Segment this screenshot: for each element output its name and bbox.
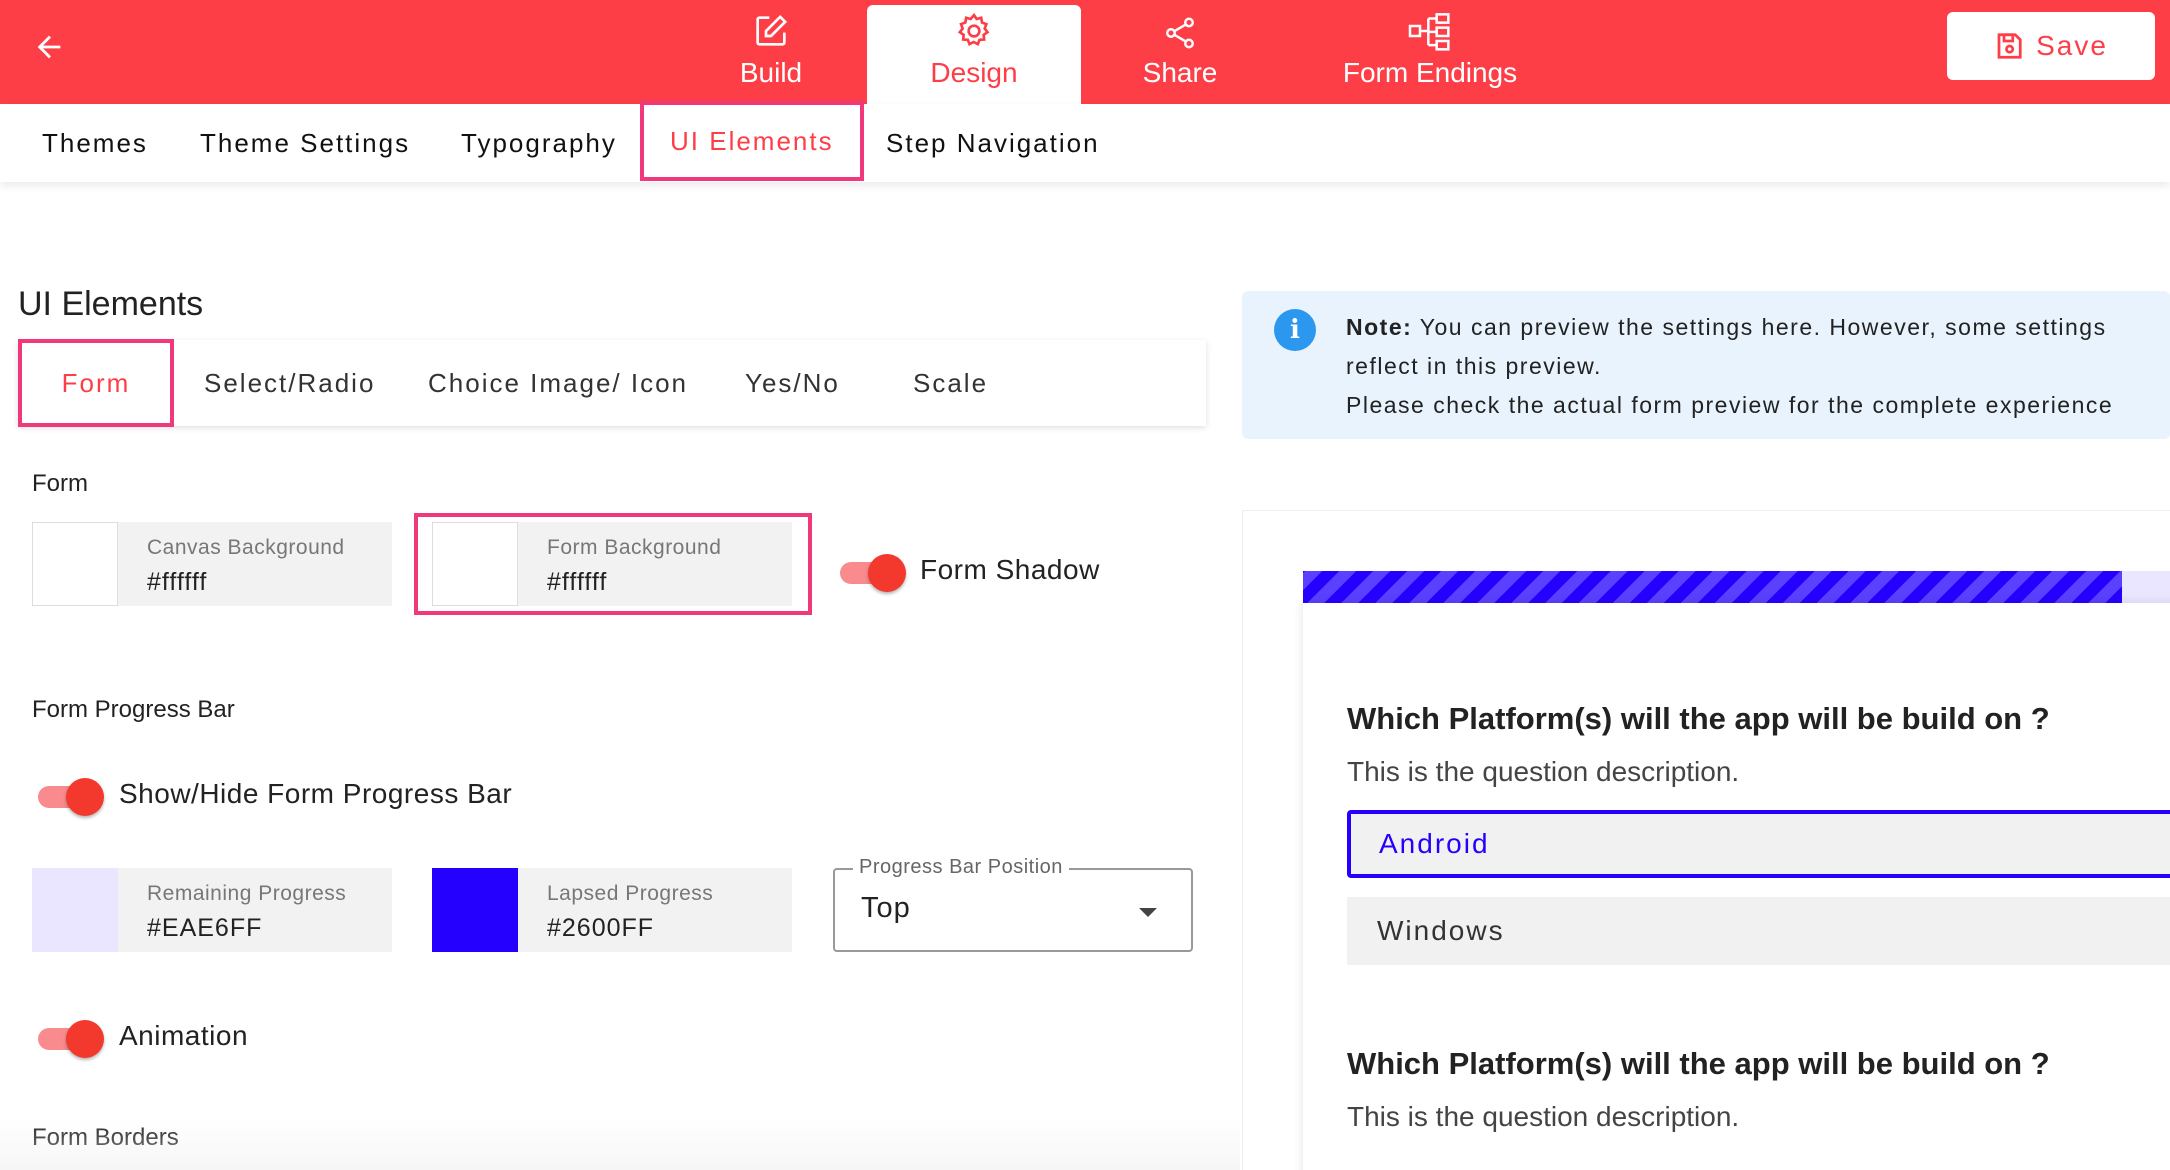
gear-icon — [954, 5, 994, 51]
save-button[interactable]: Save — [1947, 12, 2155, 80]
remaining-progress-label: Remaining Progress — [147, 882, 347, 905]
tab-share-label: Share — [1142, 57, 1218, 88]
tab-share[interactable]: Share — [1110, 5, 1250, 104]
remaining-progress-picker[interactable]: Remaining Progress #EAE6FF — [32, 868, 392, 952]
note-line-1: Note: You can preview the settings here.… — [1346, 314, 2107, 341]
flowchart-icon — [1408, 5, 1452, 51]
subnav-themes[interactable]: Themes — [42, 104, 148, 182]
canvas-background-value: #ffffff — [147, 568, 208, 596]
lapsed-progress-label: Lapsed Progress — [547, 882, 714, 905]
floppy-disk-icon — [1997, 33, 2022, 59]
tab-design[interactable]: Design — [867, 5, 1081, 104]
preview-form-card — [1303, 603, 2170, 1170]
arrow-left-icon — [37, 35, 61, 59]
form-preview: Which Platform(s) will the app will be b… — [1242, 510, 2170, 1170]
tab-form-endings[interactable]: Form Endings — [1330, 5, 1530, 104]
question-1-description: This is the question description. — [1347, 756, 1740, 787]
canvas-background-picker[interactable]: Canvas Background #ffffff — [32, 522, 392, 606]
info-icon: i — [1274, 309, 1316, 351]
design-subnav: Themes Theme Settings Typography UI Elem… — [0, 101, 2170, 182]
caret-down-icon — [1139, 908, 1157, 917]
progress-position-select[interactable]: Progress Bar Position Top — [833, 856, 1193, 952]
tab-form[interactable]: Form — [18, 339, 174, 427]
tab-build-label: Build — [739, 57, 803, 88]
canvas-background-swatch — [32, 522, 118, 606]
subnav-theme-settings[interactable]: Theme Settings — [200, 104, 410, 182]
save-label: Save — [2036, 30, 2108, 61]
question-2-title: Which Platform(s) will the app will be b… — [1347, 1046, 2050, 1081]
tab-choice-image-icon[interactable]: Choice Image/ Icon — [428, 340, 688, 426]
form-background-label: Form Background — [547, 536, 722, 559]
form-shadow-label: Form Shadow — [920, 554, 1100, 585]
toggle-knob — [868, 554, 906, 592]
progress-position-value: Top — [861, 892, 911, 924]
remaining-progress-value: #EAE6FF — [147, 914, 263, 942]
preview-note: i Note: You can preview the settings her… — [1242, 291, 2170, 439]
form-section-label: Form — [32, 470, 88, 497]
lapsed-progress-swatch — [432, 868, 518, 952]
option-android[interactable]: Android — [1347, 810, 2170, 878]
progress-section-label: Form Progress Bar — [32, 696, 235, 723]
note-line-3: Please check the actual form preview for… — [1346, 392, 2114, 418]
ui-elements-tabs: Form Select/Radio Choice Image/ Icon Yes… — [18, 339, 1206, 427]
animation-label: Animation — [119, 1020, 249, 1051]
top-app-bar: Build Design Share Form Endings Save — [0, 0, 2170, 104]
subnav-step-navigation[interactable]: Step Navigation — [886, 104, 1100, 182]
subnav-ui-elements[interactable]: UI Elements — [640, 101, 864, 181]
show-hide-progress-label: Show/Hide Form Progress Bar — [119, 778, 513, 809]
share-icon — [1162, 5, 1198, 51]
tab-select-radio[interactable]: Select/Radio — [204, 340, 375, 426]
toggle-knob — [66, 778, 104, 816]
toggle-knob — [66, 1020, 104, 1058]
question-2-description: This is the question description. — [1347, 1101, 1740, 1132]
progress-position-legend: Progress Bar Position — [853, 856, 1069, 879]
animation-toggle[interactable] — [34, 1020, 104, 1058]
back-button[interactable] — [28, 26, 70, 68]
note-line-1-text: You can preview the settings here. Howev… — [1412, 314, 2107, 340]
form-borders-label: Form Borders — [32, 1124, 179, 1151]
tab-design-label: Design — [930, 57, 1018, 88]
subnav-typography[interactable]: Typography — [461, 104, 617, 182]
note-line-2: reflect in this preview. — [1346, 353, 1602, 379]
form-shadow-toggle[interactable] — [836, 554, 906, 592]
question-1-title: Which Platform(s) will the app will be b… — [1347, 701, 2050, 736]
lapsed-progress-picker[interactable]: Lapsed Progress #2600FF — [432, 868, 792, 952]
page-title: UI Elements — [18, 285, 204, 323]
lapsed-progress-value: #2600FF — [547, 914, 655, 942]
canvas-background-label: Canvas Background — [147, 536, 345, 559]
tab-build[interactable]: Build — [700, 5, 842, 104]
tab-form-endings-label: Form Endings — [1342, 57, 1518, 88]
form-background-value: #ffffff — [547, 568, 608, 596]
form-background-swatch — [432, 522, 518, 606]
tab-scale[interactable]: Scale — [913, 340, 988, 426]
note-bold: Note: — [1346, 314, 1413, 340]
bottom-fade — [0, 1120, 1240, 1170]
remaining-progress-swatch — [32, 868, 118, 952]
pencil-square-icon — [751, 5, 791, 51]
show-hide-progress-toggle[interactable] — [34, 778, 104, 816]
tab-yes-no[interactable]: Yes/No — [745, 340, 840, 426]
option-windows[interactable]: Windows — [1347, 897, 2170, 965]
preview-progress-fill — [1303, 571, 2122, 603]
form-background-picker[interactable]: Form Background #ffffff — [432, 522, 792, 606]
